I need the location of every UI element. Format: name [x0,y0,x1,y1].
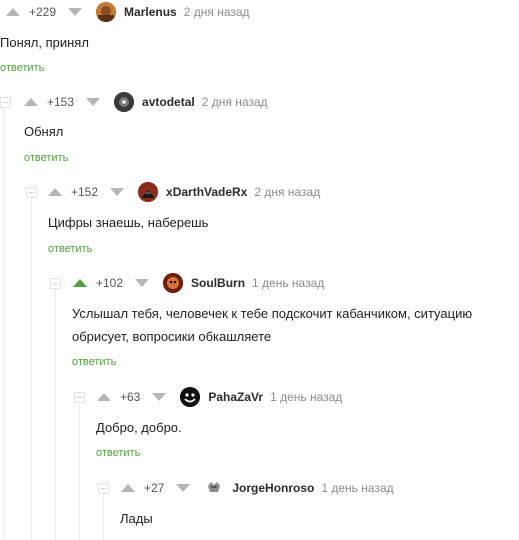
thread-line [79,403,80,540]
comment-text: Обнял [24,124,64,139]
avatar[interactable] [114,92,135,112]
collapse-icon[interactable] [98,483,109,494]
comment-username[interactable]: PahaZaVr [208,390,263,404]
comment-username[interactable]: Marlenus [124,5,177,19]
thread-line [4,108,5,540]
comment-header: +102 SoulBurn 1 день назад [73,273,324,293]
comment-text: Добро, добро. [96,420,182,435]
avatar[interactable] [180,387,201,407]
upvote-icon[interactable] [121,484,135,492]
comment-text: Понял, принял [0,35,89,50]
reply-link[interactable]: ответить [96,447,140,459]
upvote-icon[interactable] [6,8,20,16]
comment-rating: +27 [144,481,165,495]
upvote-icon[interactable] [48,188,62,196]
upvote-icon[interactable] [97,393,111,401]
comment-text: Услышал тебя, человечек к тебе подскочит… [72,306,473,344]
comment-header: +153 avtodetal 2 дня назад [24,92,268,112]
comment-username[interactable]: SoulBurn [191,276,245,290]
reply-link[interactable]: ответить [24,152,68,164]
comment-date: 1 день назад [321,481,394,495]
downvote-icon[interactable] [110,188,125,196]
reply-link[interactable]: ответить [0,62,44,74]
comment-rating: +63 [120,390,141,404]
comment-date: 1 день назад [252,276,325,290]
comment-username[interactable]: avtodetal [142,95,195,109]
comment-rating: +153 [47,95,75,109]
upvote-icon[interactable] [73,279,87,287]
collapse-icon[interactable] [0,97,11,108]
comment-date: 2 дня назад [183,5,250,19]
avatar-pahazavr-icon [180,387,201,407]
comment-rating: +229 [29,5,57,19]
comment-date: 2 дня назад [201,95,268,109]
thread-line [103,494,104,540]
downvote-icon[interactable] [68,8,83,16]
thread-line [31,198,32,540]
avatar-marlenus-icon [96,2,117,22]
avatar[interactable] [96,2,117,22]
avatar[interactable] [163,273,184,293]
upvote-icon[interactable] [24,98,38,106]
avatar-avtodetal-icon [114,92,135,112]
comment-date: 1 день назад [270,390,343,404]
comment-text: Лады [120,511,153,526]
reply-link[interactable]: ответить [72,356,116,368]
thread-line [55,289,56,540]
downvote-icon[interactable] [86,98,101,106]
comment-header: +229 Marlenus 2 дня назад [6,2,250,22]
collapse-icon[interactable] [50,278,61,289]
comment-text: Цифры знаешь, наберешь [48,215,209,230]
collapse-icon[interactable] [26,187,37,198]
comment-header: +63 PahaZaVr 1 день назад [97,387,342,407]
avatar-soulburn-icon [163,273,184,293]
avatar-jorgehonroso-icon [204,478,225,498]
collapse-icon[interactable] [74,392,85,403]
reply-link[interactable]: ответить [48,243,92,255]
comment-rating: +102 [96,276,124,290]
downvote-icon[interactable] [176,484,191,492]
avatar[interactable] [204,478,225,498]
comment-header: +152 xDarthVadeRx 2 дня назад [48,182,320,202]
comment-rating: +152 [71,185,99,199]
comment-username[interactable]: xDarthVadeRx [166,185,247,199]
downvote-icon[interactable] [152,393,167,401]
downvote-icon[interactable] [135,279,150,287]
comment-username[interactable]: JorgeHonroso [232,481,314,495]
avatar-darthvader-icon [138,182,159,202]
avatar[interactable] [138,182,159,202]
comment-header: +27 JorgeHonroso 1 день назад [121,478,394,498]
comment-date: 2 дня назад [254,185,321,199]
